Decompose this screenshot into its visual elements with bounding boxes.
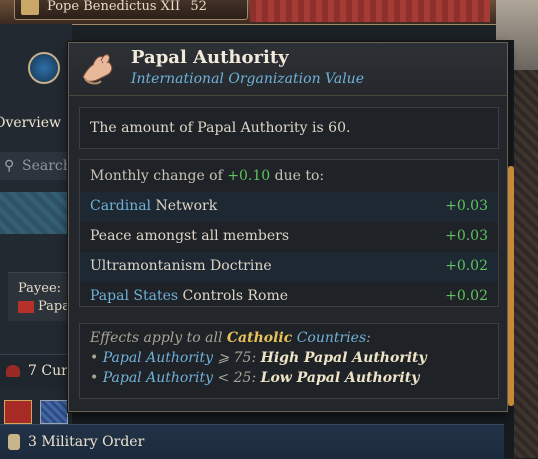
- military-order-icon: [8, 434, 20, 450]
- member-flag-icon[interactable]: [4, 400, 32, 424]
- modifier-label: Network: [151, 198, 218, 214]
- military-order-row[interactable]: 3 Military Order: [0, 424, 504, 459]
- pattern-strip: [0, 192, 72, 234]
- search-placeholder: Search: [22, 158, 72, 174]
- effects-line: • Papal Authority ⩾ 75: High Papal Autho…: [90, 350, 427, 366]
- countries-link[interactable]: Countries: [297, 330, 366, 346]
- modifier-label: Controls Rome: [178, 288, 289, 304]
- effects-box: Effects apply to all Catholic Countries:…: [79, 323, 499, 399]
- tooltip-header: Papal Authority International Organizati…: [69, 43, 507, 96]
- member-icons: [0, 398, 72, 426]
- condition-text: < 25:: [213, 370, 261, 386]
- monthly-change-box: Monthly change of +0.10 due to: Cardinal…: [79, 159, 499, 307]
- effects-colon: :: [366, 330, 371, 346]
- modifier-row: Ultramontanism Doctrine +0.02: [80, 252, 498, 282]
- amount-suffix: .: [345, 120, 351, 136]
- scrollbar[interactable]: [508, 166, 514, 406]
- modifier-label: Ultramontanism Doctrine: [90, 258, 272, 274]
- modifier-value: +0.02: [445, 288, 488, 304]
- tooltip-title: Papal Authority: [131, 47, 289, 68]
- monthly-heading: Monthly change of +0.10 due to:: [90, 168, 324, 184]
- effects-line: Effects apply to all Catholic Countries:: [90, 330, 371, 346]
- org-emblem-icon[interactable]: [28, 52, 60, 84]
- payee-label: Payee:: [18, 281, 62, 296]
- curia-label: 7 Cur: [28, 363, 68, 379]
- effects-prefix: Effects apply to all: [90, 330, 227, 346]
- map-edge: [514, 70, 538, 458]
- papal-flag-icon: [18, 301, 34, 313]
- catholic-link[interactable]: Catholic: [227, 330, 292, 346]
- tab-overview[interactable]: Overview: [0, 108, 72, 138]
- scrollbar-thumb[interactable]: [508, 166, 514, 406]
- condition-text: ⩾ 75:: [213, 350, 261, 366]
- modifier-value: +0.03: [445, 198, 488, 214]
- papal-authority-link[interactable]: Papal Authority: [103, 370, 213, 386]
- modifier-row: Papal States Controls Rome +0.02: [80, 282, 498, 306]
- payee-value[interactable]: Papa: [38, 299, 70, 314]
- amount-value: 60: [328, 120, 346, 136]
- amount-prefix: The amount of Papal Authority is: [90, 120, 329, 136]
- monthly-prefix: Monthly change of: [90, 168, 228, 184]
- pope-name: Pope Benedictus XII: [47, 0, 181, 14]
- modifier-value: +0.02: [445, 258, 488, 274]
- monthly-value: +0.10: [227, 168, 271, 184]
- curia-row[interactable]: 7 Cur: [0, 354, 72, 389]
- blessing-hand-icon: [82, 54, 113, 85]
- pope-portrait-icon: [21, 0, 39, 15]
- tooltip-subtitle: International Organization Value: [131, 71, 364, 87]
- bullet: •: [90, 370, 103, 386]
- amount-text: The amount of Papal Authority is 60.: [90, 120, 350, 136]
- amount-box: The amount of Papal Authority is 60.: [79, 107, 499, 149]
- pope-chip[interactable]: Pope Benedictus XII 52: [14, 0, 248, 20]
- modifier-link[interactable]: Papal States: [90, 288, 178, 304]
- monthly-suffix: due to:: [270, 168, 325, 184]
- papal-authority-link[interactable]: Papal Authority: [103, 350, 213, 366]
- top-bar: Pope Benedictus XII 52: [0, 0, 538, 25]
- papal-authority-tooltip: Papal Authority International Organizati…: [68, 42, 508, 412]
- search-icon: ⚲: [4, 158, 15, 174]
- payee-box: Payee: Papa: [8, 272, 72, 321]
- modifier-link[interactable]: Cardinal: [90, 198, 151, 214]
- modifier-row: Peace amongst all members +0.03: [80, 222, 498, 252]
- military-order-label: 3 Military Order: [28, 434, 145, 450]
- modifier-row: Cardinal Network +0.03: [80, 192, 498, 222]
- modifier-value: +0.03: [445, 228, 488, 244]
- effects-line: • Papal Authority < 25: Low Papal Author…: [90, 370, 419, 386]
- decorative-band: [250, 0, 490, 22]
- search-input[interactable]: ⚲ Search: [0, 152, 72, 180]
- member-flag-icon[interactable]: [40, 400, 68, 424]
- low-authority-effect[interactable]: Low Papal Authority: [261, 370, 420, 386]
- left-panel: Overview ⚲ Search Payee: Papa 7 Cur: [0, 24, 72, 458]
- bullet: •: [90, 350, 103, 366]
- high-authority-effect[interactable]: High Papal Authority: [261, 350, 427, 366]
- pope-value: 52: [190, 0, 207, 14]
- modifier-label: Peace amongst all members: [90, 228, 290, 244]
- cardinal-hat-icon: [6, 365, 20, 377]
